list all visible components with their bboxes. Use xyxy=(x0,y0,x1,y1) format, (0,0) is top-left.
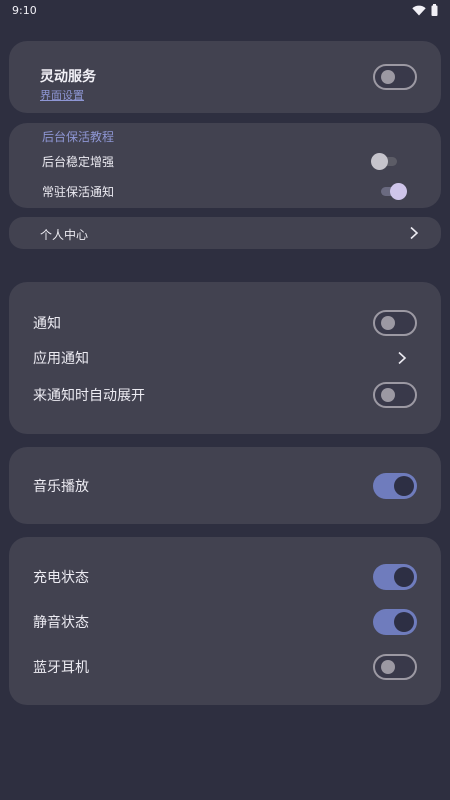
keepalive-tutorial-link[interactable]: 后台保活教程 xyxy=(42,128,114,145)
toggle-knob xyxy=(394,476,414,496)
keepalive-row-notification[interactable]: 常驻保活通知 xyxy=(9,181,441,201)
notify-row[interactable]: 通知 xyxy=(9,310,441,336)
battery-icon xyxy=(431,4,438,16)
chevron-right-icon xyxy=(398,351,407,365)
wifi-icon xyxy=(412,5,426,15)
stability-switch[interactable] xyxy=(371,152,399,170)
toggle-knob xyxy=(394,567,414,587)
keepalive-row-stability[interactable]: 后台稳定增强 xyxy=(9,151,441,171)
toggle-knob xyxy=(381,70,395,84)
personal-center-label: 个人中心 xyxy=(40,228,89,242)
auto-expand-toggle[interactable] xyxy=(373,382,417,408)
toggle-knob xyxy=(381,316,395,330)
interface-settings-link[interactable]: 界面设置 xyxy=(40,87,84,103)
keepalive-card: 后台保活教程 后台稳定增强 常驻保活通知 xyxy=(9,123,441,208)
bluetooth-label: 蓝牙耳机 xyxy=(33,660,89,676)
status-bar: 9:10 xyxy=(0,0,450,20)
charging-label: 充电状态 xyxy=(33,570,89,586)
bluetooth-row[interactable]: 蓝牙耳机 xyxy=(9,654,441,680)
keepalive-notification-label: 常驻保活通知 xyxy=(42,184,115,199)
app-notify-row[interactable]: 应用通知 xyxy=(9,346,441,370)
mute-toggle[interactable] xyxy=(373,609,417,635)
toggle-knob xyxy=(381,388,395,402)
service-title: 灵动服务 xyxy=(40,69,96,85)
bluetooth-toggle[interactable] xyxy=(373,654,417,680)
music-toggle[interactable] xyxy=(373,473,417,499)
switch-thumb xyxy=(390,183,407,200)
service-card: 灵动服务 界面设置 xyxy=(9,41,441,113)
status-time: 9:10 xyxy=(12,3,37,17)
charging-row[interactable]: 充电状态 xyxy=(9,564,441,590)
auto-expand-row[interactable]: 来通知时自动展开 xyxy=(9,382,441,408)
service-toggle[interactable] xyxy=(373,64,417,90)
music-row[interactable]: 音乐播放 xyxy=(9,473,441,499)
notify-toggle[interactable] xyxy=(373,310,417,336)
personal-center-card[interactable]: 个人中心 xyxy=(9,217,441,249)
auto-expand-label: 来通知时自动展开 xyxy=(33,388,145,404)
status-icons xyxy=(412,4,438,16)
chevron-right-icon xyxy=(410,226,419,240)
mute-row[interactable]: 静音状态 xyxy=(9,609,441,635)
app-notify-label: 应用通知 xyxy=(33,351,89,367)
toggle-knob xyxy=(381,660,395,674)
stability-label: 后台稳定增强 xyxy=(42,154,115,169)
switch-thumb xyxy=(371,153,388,170)
music-card: 音乐播放 xyxy=(9,447,441,524)
notification-card: 通知 应用通知 来通知时自动展开 xyxy=(9,282,441,434)
status-card: 充电状态 静音状态 蓝牙耳机 xyxy=(9,537,441,705)
notify-label: 通知 xyxy=(33,316,61,332)
mute-label: 静音状态 xyxy=(33,615,89,631)
keepalive-notification-switch[interactable] xyxy=(379,182,407,200)
charging-toggle[interactable] xyxy=(373,564,417,590)
music-label: 音乐播放 xyxy=(33,479,89,495)
toggle-knob xyxy=(394,612,414,632)
